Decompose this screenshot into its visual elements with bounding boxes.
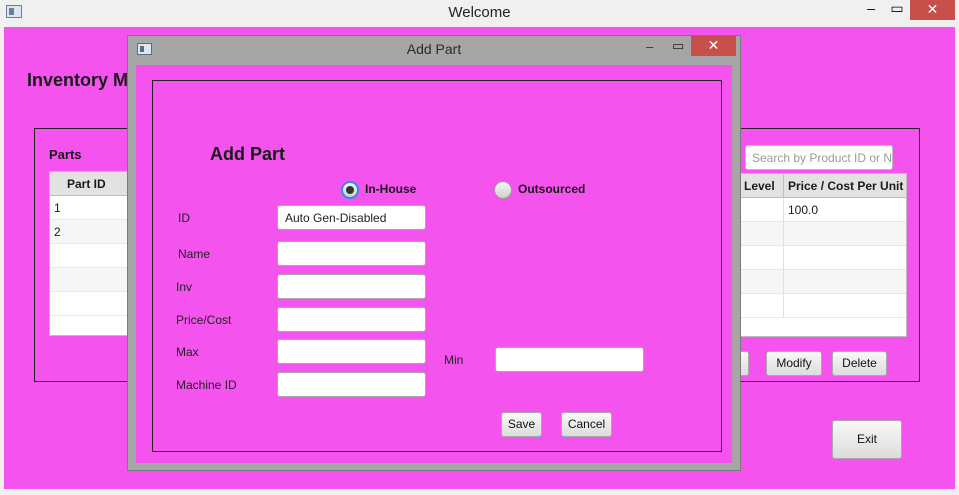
inv-label: Inv (176, 280, 193, 294)
id-label: ID (178, 211, 190, 225)
dialog-minimize-button[interactable]: – (646, 39, 660, 54)
outsourced-label[interactable]: Outsourced (518, 182, 585, 196)
modify-product-button[interactable]: Modify (766, 351, 822, 376)
products-table-header: Level Price / Cost Per Unit (738, 174, 906, 198)
price-cell (783, 246, 788, 270)
parts-label: Parts (49, 147, 82, 162)
max-label: Max (176, 345, 199, 359)
main-maximize-button[interactable]: ▭ (884, 0, 910, 20)
table-row[interactable] (738, 222, 906, 246)
price-field[interactable] (277, 307, 426, 332)
dialog-title-bar[interactable]: Add Part – ▭ ✕ (128, 36, 740, 64)
machine-id-field[interactable] (277, 372, 426, 397)
dialog-content-area: Add Part In-House Outsourced ID Auto Gen… (136, 65, 732, 463)
id-field[interactable]: Auto Gen-Disabled (277, 205, 426, 230)
level-column-header[interactable]: Level (744, 174, 775, 198)
in-house-label[interactable]: In-House (365, 182, 416, 196)
add-part-heading: Add Part (210, 144, 286, 164)
price-column-header[interactable]: Price / Cost Per Unit (783, 174, 903, 198)
exit-button[interactable]: Exit (832, 420, 902, 459)
price-cell (783, 294, 788, 318)
price-cell (783, 270, 788, 294)
table-row[interactable] (738, 294, 906, 318)
table-row[interactable] (738, 246, 906, 270)
add-part-dialog: Add Part – ▭ ✕ Add Part In-House Outsour… (127, 35, 741, 471)
delete-product-button[interactable]: Delete (832, 351, 887, 376)
inventory-heading: Inventory M (27, 70, 129, 90)
save-button[interactable]: Save (501, 412, 542, 437)
dialog-maximize-button[interactable]: ▭ (672, 38, 686, 54)
dialog-close-button[interactable]: ✕ (691, 36, 736, 56)
main-close-button[interactable]: ✕ (910, 0, 955, 20)
form-border (152, 80, 722, 452)
name-label: Name (178, 247, 211, 261)
price-cell (783, 222, 788, 246)
in-house-radio[interactable] (341, 181, 359, 199)
min-field[interactable] (495, 347, 644, 372)
price-label: Price/Cost (176, 313, 232, 327)
cancel-button[interactable]: Cancel (561, 412, 612, 437)
products-table[interactable]: Level Price / Cost Per Unit 100.0 (737, 173, 907, 337)
inv-field[interactable] (277, 274, 426, 299)
min-label: Min (444, 353, 464, 367)
main-window-title: Welcome (448, 4, 511, 21)
main-title-bar: Welcome – ▭ ✕ (0, 0, 959, 27)
max-field[interactable] (277, 339, 426, 364)
product-search-input[interactable]: Search by Product ID or N (745, 145, 893, 170)
price-cell: 100.0 (783, 198, 818, 222)
table-row[interactable] (738, 270, 906, 294)
main-minimize-button[interactable]: – (858, 0, 884, 20)
outsourced-radio[interactable] (494, 181, 512, 199)
machine-id-label: Machine ID (176, 378, 237, 392)
table-row[interactable]: 100.0 (738, 198, 906, 222)
name-field[interactable] (277, 241, 426, 266)
